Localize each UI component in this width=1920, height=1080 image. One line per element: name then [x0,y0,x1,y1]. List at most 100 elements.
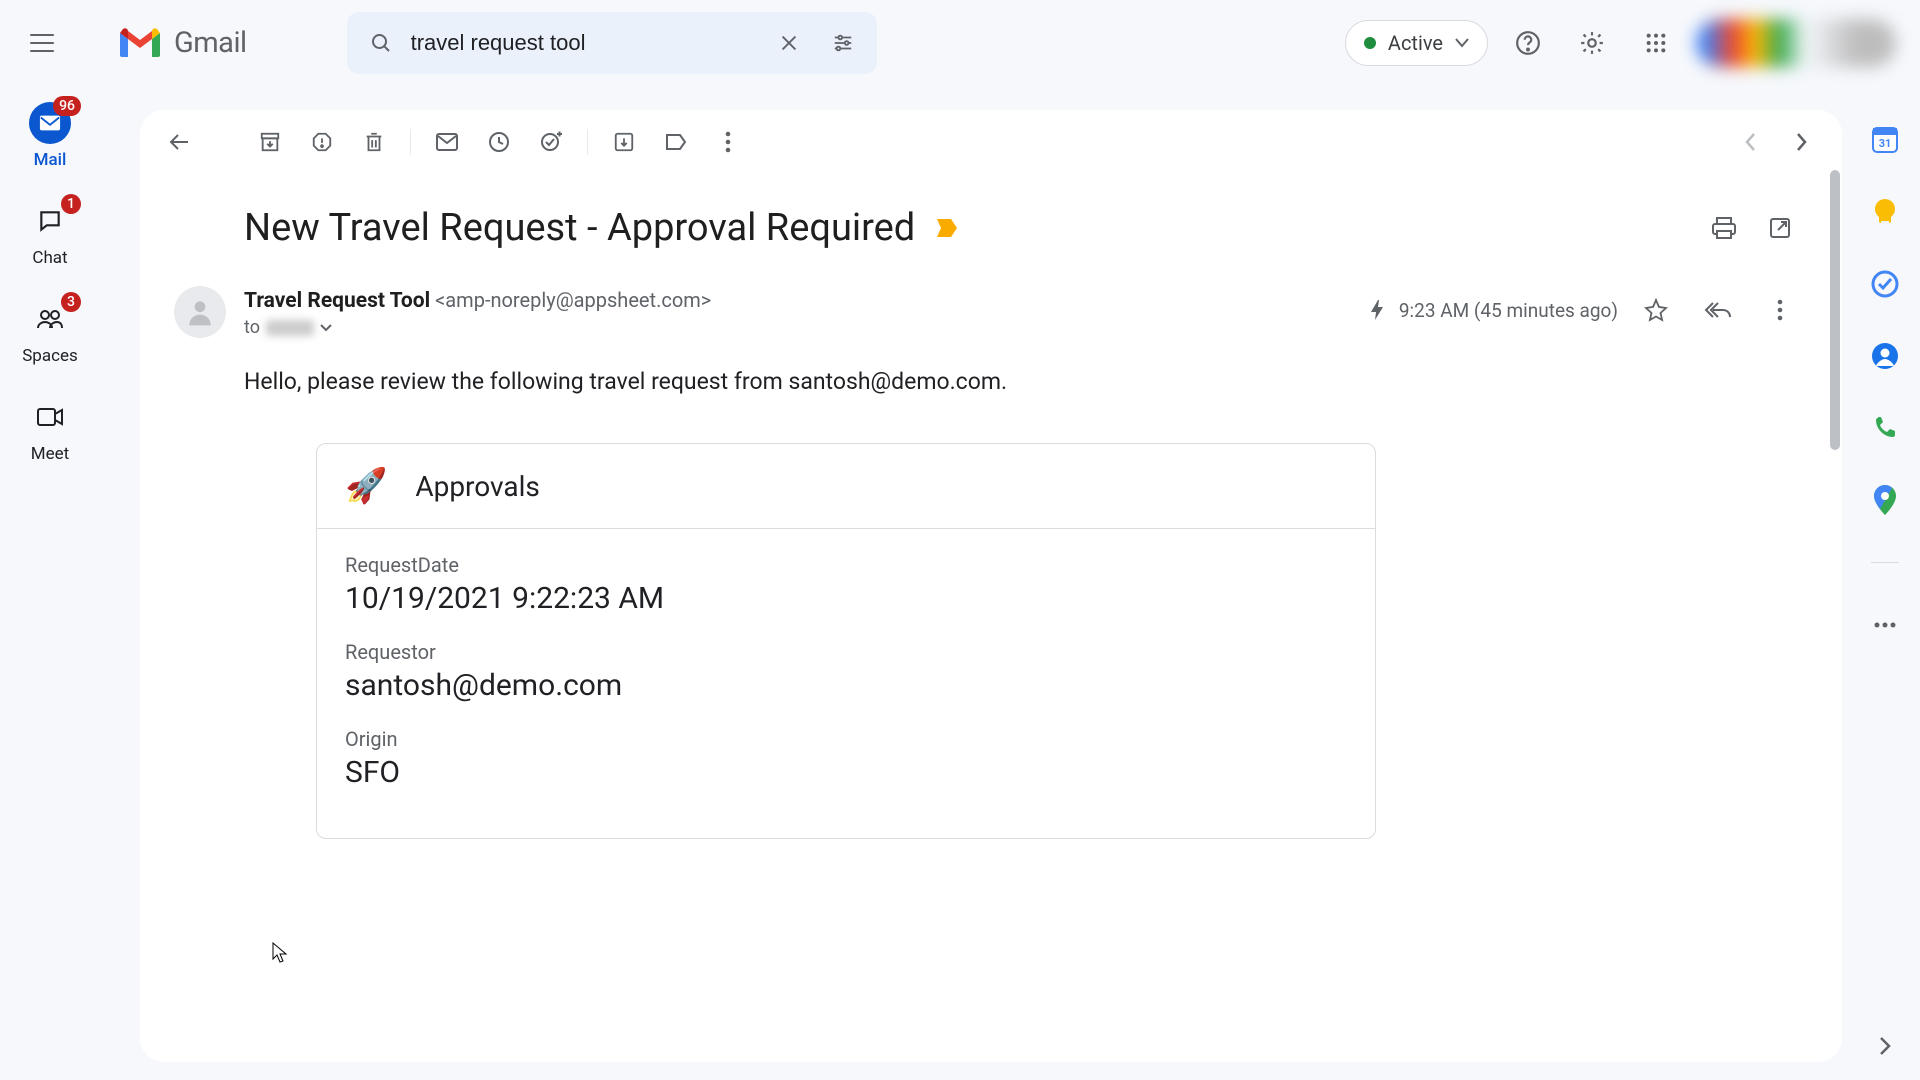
archive-button[interactable] [248,120,292,164]
rocket-icon: 🚀 [345,466,387,506]
more-apps-icon[interactable] [1871,611,1899,639]
nav-label: Meet [31,444,69,464]
nav-item-meet[interactable]: Meet [29,396,71,464]
print-icon [1711,216,1737,240]
delete-button[interactable] [352,120,396,164]
snooze-button[interactable] [477,120,521,164]
field-value: santosh@demo.com [345,668,1347,703]
archive-icon [259,131,281,153]
clock-icon [487,130,511,154]
card-header: 🚀 Approvals [317,444,1375,529]
card-body: RequestDate 10/19/2021 9:22:23 AM Reques… [317,529,1375,838]
more-actions-button[interactable] [706,120,750,164]
clear-search-icon[interactable] [765,19,813,67]
apps-grid-icon [1645,32,1667,54]
chevron-down-icon [320,324,332,332]
header-right: Active [1345,19,1896,67]
scrollbar-thumb[interactable] [1830,170,1840,450]
nav-rail: 96 Mail 1 Chat 3 Spaces Meet [0,86,100,1080]
field-label: Requestor [345,640,1347,664]
recipients-line[interactable]: to [244,317,1351,338]
gmail-logo[interactable]: Gmail [116,25,247,61]
contacts-app-icon[interactable] [1871,342,1899,370]
field-label: RequestDate [345,553,1347,577]
message-view: New Travel Request - Approval Required T… [140,110,1842,1062]
nav-item-mail[interactable]: 96 Mail [29,102,71,170]
nav-item-chat[interactable]: 1 Chat [29,200,71,268]
label-icon [664,132,688,152]
keep-app-icon[interactable] [1871,198,1899,226]
card-title: Approvals [415,470,540,503]
labels-button[interactable] [654,120,698,164]
status-label: Active [1388,31,1443,55]
toolbar-separator [410,129,411,155]
side-panel: 31 [1850,86,1920,1080]
search-input[interactable] [411,30,759,56]
move-to-button[interactable] [602,120,646,164]
mail-icon: 96 [29,102,71,144]
more-vert-icon [1777,299,1783,321]
chat-badge: 1 [61,194,81,214]
tasks-app-icon[interactable] [1871,270,1899,298]
settings-button[interactable] [1568,19,1616,67]
move-to-icon [613,131,635,153]
field-origin: Origin SFO [345,727,1347,790]
back-button[interactable] [158,120,202,164]
subject-text: New Travel Request - Approval Required [244,206,915,250]
account-avatar[interactable] [1696,19,1896,67]
search-bar[interactable] [347,12,877,74]
mail-icon [435,132,459,152]
to-label: to [244,317,260,338]
meet-icon [29,396,71,438]
reply-all-icon [1704,300,1732,320]
help-icon [1515,30,1541,56]
expand-side-panel-icon[interactable] [1870,1032,1898,1060]
mail-badge: 96 [53,96,81,116]
spam-icon [311,131,333,153]
sender-avatar[interactable] [174,286,226,338]
sender-name[interactable]: Travel Request Tool [244,289,430,313]
person-icon [184,296,216,328]
hamburger-icon [30,34,54,52]
open-new-window-button[interactable] [1756,204,1804,252]
side-panel-divider [1871,562,1899,563]
calendar-app-icon[interactable]: 31 [1871,126,1899,154]
maps-app-icon[interactable] [1871,486,1899,514]
star-icon [1644,298,1668,322]
message-toolbar [140,110,1842,174]
gmail-m-icon [116,25,164,61]
chevron-down-icon [1455,38,1469,48]
reply-all-button[interactable] [1694,286,1742,334]
print-button[interactable] [1700,204,1748,252]
older-button[interactable] [1728,120,1772,164]
mark-unread-button[interactable] [425,120,469,164]
greeting-text: Hello, please review the following trave… [244,368,1804,395]
recipient-redacted [266,320,314,336]
google-apps-button[interactable] [1632,19,1680,67]
trash-icon [363,130,385,154]
chat-icon: 1 [29,200,71,242]
search-icon[interactable] [357,19,405,67]
message-more-button[interactable] [1756,286,1804,334]
spaces-icon: 3 [29,298,71,340]
more-vert-icon [725,131,731,153]
field-value: 10/19/2021 9:22:23 AM [345,581,1347,616]
support-button[interactable] [1504,19,1552,67]
nav-label: Chat [32,248,67,268]
message-body: Hello, please review the following trave… [140,338,1842,839]
main-menu-button[interactable] [18,19,66,67]
sender-row: Travel Request Tool <amp-noreply@appshee… [140,264,1842,338]
add-to-tasks-button[interactable] [529,120,573,164]
status-chip[interactable]: Active [1345,20,1488,66]
star-button[interactable] [1632,286,1680,334]
label-chip-icon[interactable] [935,217,959,239]
chevron-right-icon [1796,132,1808,152]
message-meta: 9:23 AM (45 minutes ago) [1369,286,1804,334]
voice-app-icon[interactable] [1871,414,1899,442]
add-task-icon [539,130,563,154]
timestamp: 9:23 AM (45 minutes ago) [1399,299,1618,322]
spam-button[interactable] [300,120,344,164]
search-options-icon[interactable] [819,19,867,67]
newer-button[interactable] [1780,120,1824,164]
nav-item-spaces[interactable]: 3 Spaces [22,298,78,366]
